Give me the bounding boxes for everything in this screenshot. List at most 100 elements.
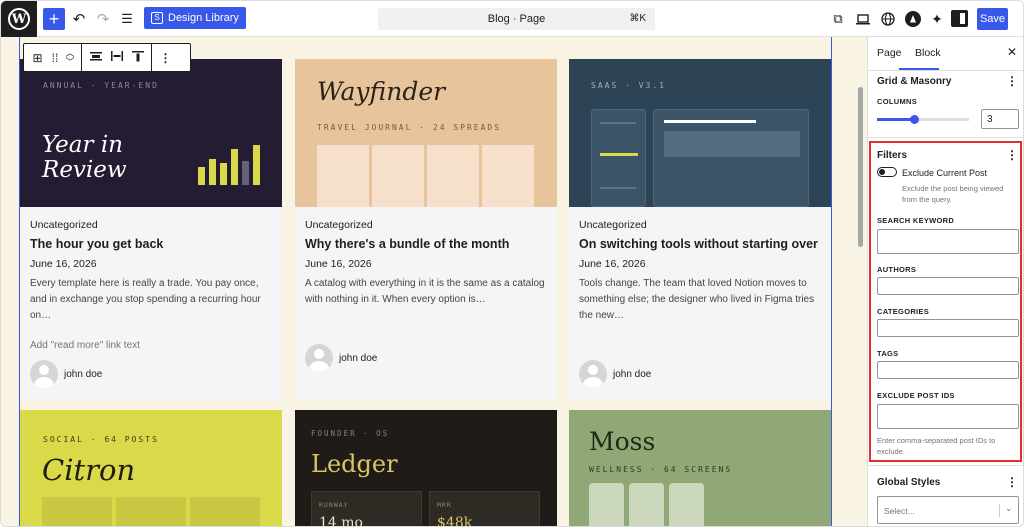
global-styles-select[interactable]: Select... ⌄ — [877, 496, 1019, 524]
post-card[interactable]: Wayfinder TRAVEL JOURNAL · 24 SPREADS Un… — [295, 59, 557, 400]
avatar — [579, 360, 607, 388]
drag-icon[interactable]: ⁞⁞ — [48, 51, 62, 65]
command-palette[interactable]: Blog · Page ⌘K — [378, 8, 655, 30]
post-category[interactable]: Uncategorized — [305, 219, 373, 231]
post-date: June 16, 2026 — [30, 258, 97, 270]
screen-tile — [669, 483, 704, 526]
stat-value: 14 mo — [319, 515, 363, 527]
astra-icon[interactable] — [904, 7, 922, 31]
post-category[interactable]: Uncategorized — [30, 219, 98, 231]
card-thumbnail: ANNUAL · YEAR-END Year in Review — [20, 59, 282, 207]
thumb-kicker: FOUNDER · OS — [311, 429, 390, 438]
post-tile — [116, 497, 186, 526]
align-top-icon[interactable] — [127, 50, 148, 65]
thumb-kicker: ANNUAL · YEAR-END — [43, 81, 159, 90]
add-block-button[interactable]: + — [43, 8, 65, 30]
canvas-scrollbar[interactable] — [858, 87, 863, 247]
app-window-mock — [653, 109, 809, 207]
list-view-icon[interactable]: ☰ — [118, 7, 136, 31]
stat-value: $48k — [437, 515, 473, 527]
thumb-headline: Moss — [589, 427, 656, 456]
thumb-headline: Wayfinder — [317, 77, 446, 106]
stat-label: MRR — [437, 501, 452, 509]
thumb-kicker: TRAVEL JOURNAL · 24 SPREADS — [317, 123, 502, 132]
more-options-icon[interactable]: ⋮ — [1006, 475, 1018, 489]
save-button[interactable]: Save — [977, 8, 1008, 30]
read-more-placeholder[interactable]: Add "read more" link text — [30, 340, 140, 351]
post-card[interactable]: ANNUAL · YEAR-END Year in Review Uncateg… — [20, 59, 282, 400]
post-tile — [42, 497, 112, 526]
divider — [868, 137, 1023, 138]
highlighted-filters-panel — [869, 141, 1022, 462]
justify-icon[interactable] — [85, 50, 106, 65]
thumb-headline: Ledger — [311, 450, 398, 478]
avatar — [305, 344, 333, 372]
design-library-button[interactable]: S Design Library — [144, 7, 246, 29]
spread-tile — [317, 145, 369, 207]
columns-number-input[interactable]: 3 — [981, 109, 1019, 129]
spread-tile — [482, 145, 534, 207]
thumb-headline: Year in Review — [42, 132, 127, 183]
card-thumbnail: SAAS · V3.1 — [569, 59, 831, 207]
more-options-icon[interactable]: ⋮ — [155, 51, 176, 65]
post-card[interactable]: Moss WELLNESS · 64 SCREENS — [569, 410, 831, 526]
post-card[interactable]: SAAS · V3.1 Uncategorized On switching t… — [569, 59, 831, 400]
query-grid-block[interactable]: ANNUAL · YEAR-END Year in Review Uncateg… — [19, 37, 832, 527]
undo-icon[interactable]: ↶ — [70, 7, 88, 31]
wordpress-logo-icon[interactable]: W — [1, 1, 37, 37]
design-library-label: Design Library — [168, 12, 239, 24]
screen-tile — [589, 483, 624, 526]
move-up-icon[interactable]: ︿ ﹀ — [62, 48, 78, 67]
tab-page[interactable]: Page — [877, 47, 902, 59]
columns-slider-fill — [877, 118, 914, 121]
redo-icon[interactable]: ↷ — [94, 7, 112, 31]
global-styles-title[interactable]: Global Styles — [877, 477, 940, 488]
select-placeholder: Select... — [884, 506, 915, 516]
post-author[interactable]: john doe — [305, 344, 377, 372]
thumb-kicker: SAAS · V3.1 — [591, 81, 666, 90]
divider — [999, 504, 1000, 517]
post-title[interactable]: On switching tools without starting over — [579, 237, 818, 251]
post-title[interactable]: Why there's a bundle of the month — [305, 237, 509, 251]
post-date: June 16, 2026 — [579, 258, 646, 270]
chevron-down-icon: ⌄ — [1005, 503, 1013, 513]
post-tile — [190, 497, 260, 526]
author-name: john doe — [613, 368, 652, 380]
block-parent-group: ⊞ ⁞⁞ ︿ ﹀ — [24, 44, 82, 71]
avatar — [30, 360, 58, 388]
command-shortcut: ⌘K — [629, 13, 646, 24]
spread-tile — [372, 145, 424, 207]
post-author[interactable]: john doe — [30, 360, 102, 388]
columns-slider-handle[interactable] — [910, 115, 919, 124]
globe-icon[interactable] — [879, 7, 897, 31]
tab-block[interactable]: Block — [915, 47, 941, 59]
thumb-kicker: SOCIAL · 64 POSTS — [43, 435, 159, 444]
panel-title[interactable]: Grid & Masonry — [877, 76, 951, 87]
external-link-icon[interactable]: ⧉ — [830, 7, 846, 31]
close-icon[interactable]: ✕ — [1007, 45, 1017, 59]
post-excerpt: A catalog with everything in it is the s… — [305, 278, 545, 305]
top-toolbar: W + ↶ ↷ ☰ S Design Library Blog · Page ⌘… — [1, 1, 1023, 37]
editor-canvas[interactable]: ANNUAL · YEAR-END Year in Review Uncateg… — [1, 37, 867, 527]
sidebar-toggle-icon[interactable] — [951, 10, 968, 27]
post-category[interactable]: Uncategorized — [579, 219, 647, 231]
query-loop-icon[interactable]: ⊞ — [27, 51, 48, 65]
post-author[interactable]: john doe — [579, 360, 651, 388]
author-name: john doe — [64, 368, 103, 380]
post-date: June 16, 2026 — [305, 258, 372, 270]
document-title: Blog · Page — [487, 13, 546, 25]
more-options-icon[interactable]: ⋮ — [1006, 74, 1018, 88]
post-title[interactable]: The hour you get back — [30, 237, 163, 251]
post-excerpt: Tools change. The team that loved Notion… — [579, 278, 815, 321]
width-icon[interactable] — [106, 50, 127, 65]
divider — [868, 70, 1023, 71]
columns-label: COLUMNS — [877, 97, 918, 106]
stat-label: RUNWAY — [319, 501, 349, 509]
post-card[interactable]: FOUNDER · OS Ledger RUNWAY 14 mo MRR $48… — [295, 410, 557, 527]
stat-tile: MRR $48k — [429, 491, 540, 527]
post-card[interactable]: SOCIAL · 64 POSTS Citron — [20, 410, 282, 526]
thumb-kicker: WELLNESS · 64 SCREENS — [589, 465, 733, 474]
device-preview-icon[interactable] — [854, 7, 872, 31]
app-sidebar-mock — [591, 109, 646, 207]
sparkle-icon[interactable]: ✦ — [928, 7, 946, 31]
